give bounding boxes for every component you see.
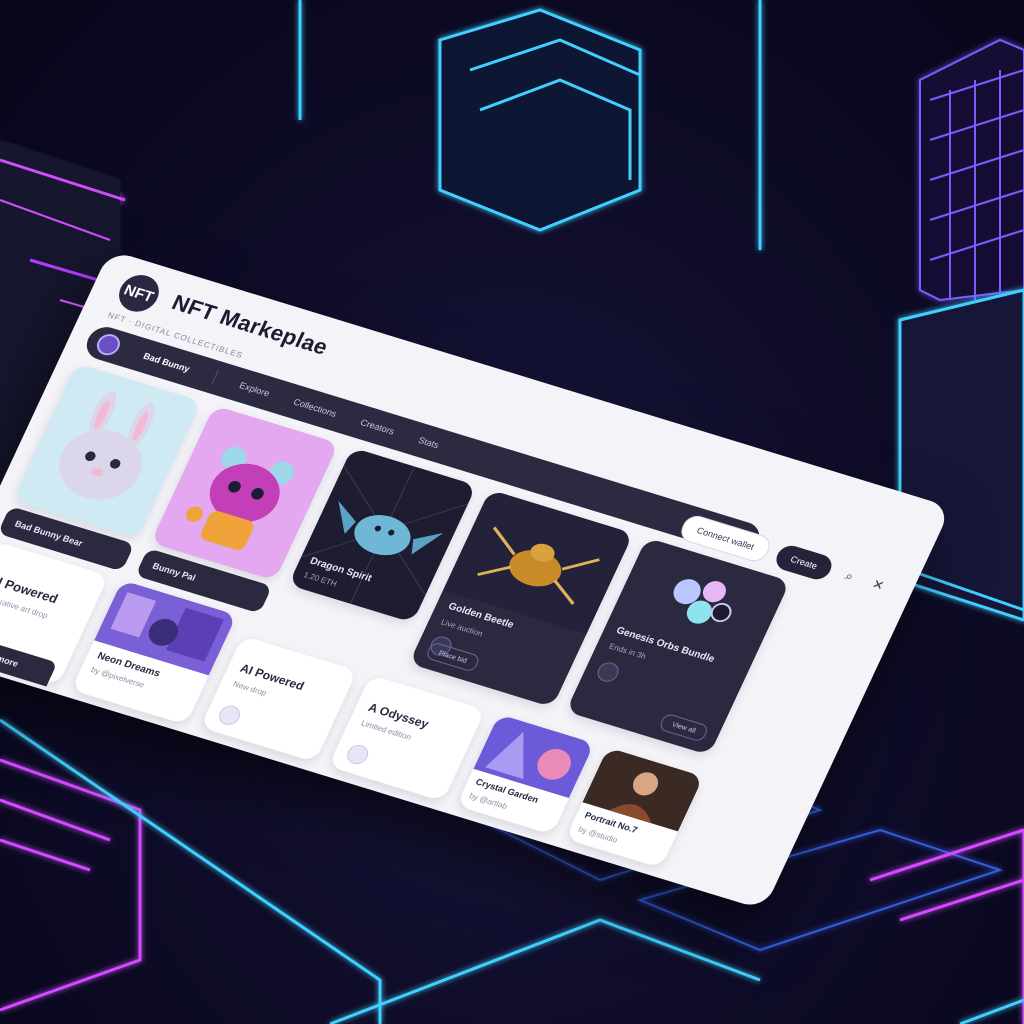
nft-card-crystal[interactable]: Crystal Garden by @artlab xyxy=(456,713,595,835)
orbs-status: Ends in 3h xyxy=(607,641,648,661)
odyssey-avatar xyxy=(343,742,372,767)
create-button[interactable]: Create xyxy=(772,542,836,583)
brand-logo[interactable]: NFT xyxy=(112,270,166,317)
nav-item-creators[interactable]: Creators xyxy=(359,417,396,436)
nav-item-bad-bunny[interactable]: Bad Bunny xyxy=(142,351,192,374)
nav-item-collections[interactable]: Collections xyxy=(292,397,338,419)
search-icon[interactable]: ⌕ xyxy=(836,564,864,588)
view-all-button[interactable]: View all xyxy=(657,712,710,743)
ai-powered-2-avatar xyxy=(215,703,244,728)
nav-item-explore[interactable]: Explore xyxy=(238,380,271,398)
orbs-creator-avatar xyxy=(594,659,622,685)
ai-powered-2-desc: New drop xyxy=(231,679,269,698)
nav-divider xyxy=(210,369,219,385)
place-bid-button[interactable]: Place bid xyxy=(424,641,481,673)
nav-item-stats[interactable]: Stats xyxy=(417,435,441,450)
user-avatar[interactable] xyxy=(93,331,124,358)
scene-background: NFT NFT Markeplae NFT · DIGITAL COLLECTI… xyxy=(0,0,1024,1024)
nft-card-odyssey[interactable]: A Odyssey Limited edition xyxy=(328,674,486,802)
close-icon[interactable]: ✕ xyxy=(864,573,892,597)
nft-card-portrait[interactable]: Portrait No.7 by @studio xyxy=(565,747,704,869)
nft-card-ai-powered-2[interactable]: AI Powered New drop xyxy=(199,635,358,763)
